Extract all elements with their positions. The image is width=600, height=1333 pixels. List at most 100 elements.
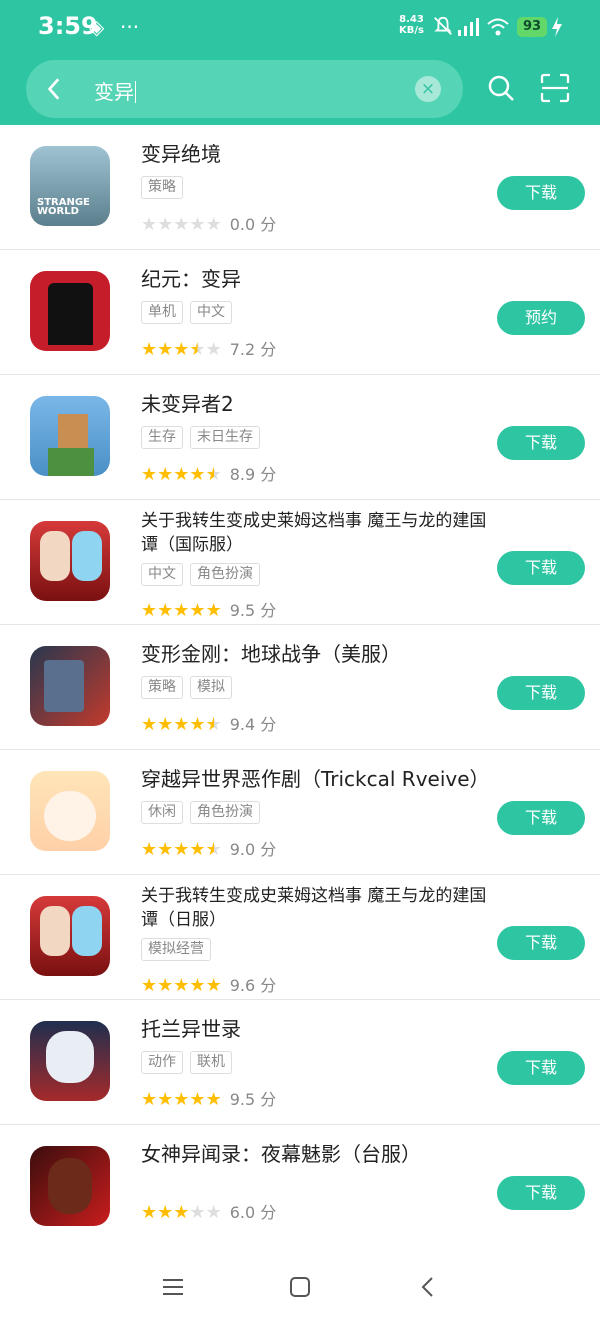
- star-rating: ★★★★★: [141, 1089, 222, 1110]
- rating: ★★★★★ 9.5 分: [141, 597, 276, 621]
- menu-icon[interactable]: [160, 1274, 186, 1300]
- tag: 中文: [190, 301, 232, 324]
- app-icon-art: [40, 906, 70, 956]
- home-icon[interactable]: [287, 1274, 313, 1300]
- search-query: 变异: [94, 80, 134, 104]
- app-title[interactable]: 穿越异世界恶作剧（Trickcal Rveive）: [141, 767, 496, 791]
- tag: 策略: [141, 176, 183, 199]
- reserve-button[interactable]: 预约: [497, 301, 585, 335]
- search-input[interactable]: 变异: [94, 76, 136, 105]
- tag: 模拟经营: [141, 938, 211, 961]
- score: 9.5 分: [229, 601, 277, 620]
- download-button[interactable]: 下载: [497, 926, 585, 960]
- app-row[interactable]: 关于我转生变成史莱姆这档事 魔王与龙的建国谭（日服） 模拟经营 ★★★★★ 9.…: [0, 875, 600, 1000]
- mute-icon: [434, 16, 452, 35]
- app-icon: [30, 771, 110, 851]
- download-button[interactable]: 下载: [497, 551, 585, 585]
- app-icon-art: [48, 283, 93, 345]
- search-box[interactable]: 变异 ×: [26, 60, 463, 118]
- app-icon: [30, 521, 110, 601]
- app-title[interactable]: 变异绝境: [141, 142, 496, 166]
- app-icon: [30, 396, 110, 476]
- app-title[interactable]: 纪元：变异: [141, 267, 496, 291]
- more-icon: ···: [120, 15, 140, 39]
- app-row[interactable]: 女神异闻录：夜幕魅影（台服） ★★★★★ 6.0 分 下载: [0, 1125, 600, 1250]
- back-icon[interactable]: [415, 1274, 441, 1300]
- app-icon-art: [44, 791, 96, 841]
- clear-icon[interactable]: ×: [415, 76, 441, 102]
- app-icon-art-2: [72, 906, 102, 956]
- app-icon-art-body: [48, 448, 94, 476]
- app-title[interactable]: 托兰异世录: [141, 1017, 496, 1041]
- scan-icon[interactable]: [540, 73, 570, 103]
- star-rating: ★★★★★: [141, 839, 222, 860]
- tag-list: 休闲 角色扮演: [141, 801, 267, 824]
- battery: 93: [517, 17, 547, 37]
- app-title[interactable]: 变形金刚：地球战争（美服）: [141, 642, 496, 666]
- app-row[interactable]: 变形金刚：地球战争（美服） 策略 模拟 ★★★★★ 9.4 分 下载: [0, 625, 600, 750]
- tag-list: 策略: [141, 176, 190, 199]
- app-icon-art: [40, 531, 70, 581]
- charging-icon: [552, 17, 562, 37]
- star-rating: ★★★★★: [141, 339, 222, 360]
- app-icon: [30, 646, 110, 726]
- app-icon: [30, 1146, 110, 1226]
- tag-list: 模拟经营: [141, 938, 218, 961]
- score: 9.4 分: [229, 715, 277, 734]
- star-rating: ★★★★★: [141, 714, 222, 735]
- search-icon[interactable]: [486, 73, 516, 103]
- rating: ★★★★★ 9.5 分: [141, 1086, 276, 1110]
- app-title[interactable]: 女神异闻录：夜幕魅影（台服）: [141, 1142, 496, 1166]
- tag: 生存: [141, 426, 183, 449]
- rating: ★★★★★ 9.6 分: [141, 972, 276, 996]
- rating: ★★★★★ 6.0 分: [141, 1199, 276, 1223]
- rating: ★★★★★ 9.4 分: [141, 711, 276, 735]
- download-button[interactable]: 下载: [497, 801, 585, 835]
- tag: 角色扮演: [190, 801, 260, 824]
- tag: 动作: [141, 1051, 183, 1074]
- score: 9.5 分: [229, 1090, 277, 1109]
- wifi-icon: [487, 18, 509, 36]
- tag: 模拟: [190, 676, 232, 699]
- star-rating: ★★★★★: [141, 975, 222, 996]
- star-rating: ★★★★★: [141, 600, 222, 621]
- tag: 单机: [141, 301, 183, 324]
- tag: 联机: [190, 1051, 232, 1074]
- app-icon-art: [58, 414, 88, 448]
- tag: 策略: [141, 676, 183, 699]
- tag-list: 策略 模拟: [141, 676, 239, 699]
- download-button[interactable]: 下载: [497, 1051, 585, 1085]
- rating: ★★★★★ 8.9 分: [141, 461, 276, 485]
- system-nav-bar: [0, 1246, 600, 1333]
- download-button[interactable]: 下载: [497, 176, 585, 210]
- score: 9.6 分: [229, 976, 277, 995]
- app-title[interactable]: 关于我转生变成史莱姆这档事 魔王与龙的建国谭（日服）: [141, 884, 496, 932]
- app-icon: [30, 896, 110, 976]
- app-row[interactable]: 关于我转生变成史莱姆这档事 魔王与龙的建国谭（国际服） 中文 角色扮演 ★★★★★…: [0, 500, 600, 625]
- app-row[interactable]: 穿越异世界恶作剧（Trickcal Rveive） 休闲 角色扮演 ★★★★★ 9…: [0, 750, 600, 875]
- app-row[interactable]: STRANGE WORLD 变异绝境 策略 ★★★★★ 0.0 分 下载: [0, 125, 600, 250]
- star-rating: ★★★★★: [141, 464, 222, 485]
- back-arrow-icon[interactable]: [42, 76, 68, 102]
- network-speed-unit: KB/s: [399, 25, 424, 36]
- network-speed: 8.43 KB/s: [399, 14, 424, 36]
- app-icon: [30, 271, 110, 351]
- app-row[interactable]: 托兰异世录 动作 联机 ★★★★★ 9.5 分 下载: [0, 1000, 600, 1125]
- app-title[interactable]: 关于我转生变成史莱姆这档事 魔王与龙的建国谭（国际服）: [141, 509, 496, 557]
- tag-list: 生存 末日生存: [141, 426, 267, 449]
- tag-list: 动作 联机: [141, 1051, 239, 1074]
- download-button[interactable]: 下载: [497, 1176, 585, 1210]
- settings-diamond-icon: ◈: [89, 15, 105, 39]
- tag: 休闲: [141, 801, 183, 824]
- app-row[interactable]: 未变异者2 生存 末日生存 ★★★★★ 8.9 分 下载: [0, 375, 600, 500]
- app-icon: [30, 1021, 110, 1101]
- app-title[interactable]: 未变异者2: [141, 392, 496, 416]
- download-button[interactable]: 下载: [497, 426, 585, 460]
- app-row[interactable]: 纪元：变异 单机 中文 ★★★★★ 7.2 分 预约: [0, 250, 600, 375]
- download-button[interactable]: 下载: [497, 676, 585, 710]
- tag: 角色扮演: [190, 563, 260, 586]
- header: 3:59 ◈ ··· 8.43 KB/s 93 变异 ×: [0, 0, 600, 125]
- star-rating: ★★★★★: [141, 1202, 222, 1223]
- tag-list: 中文 角色扮演: [141, 563, 267, 586]
- signal-icon: [458, 18, 479, 36]
